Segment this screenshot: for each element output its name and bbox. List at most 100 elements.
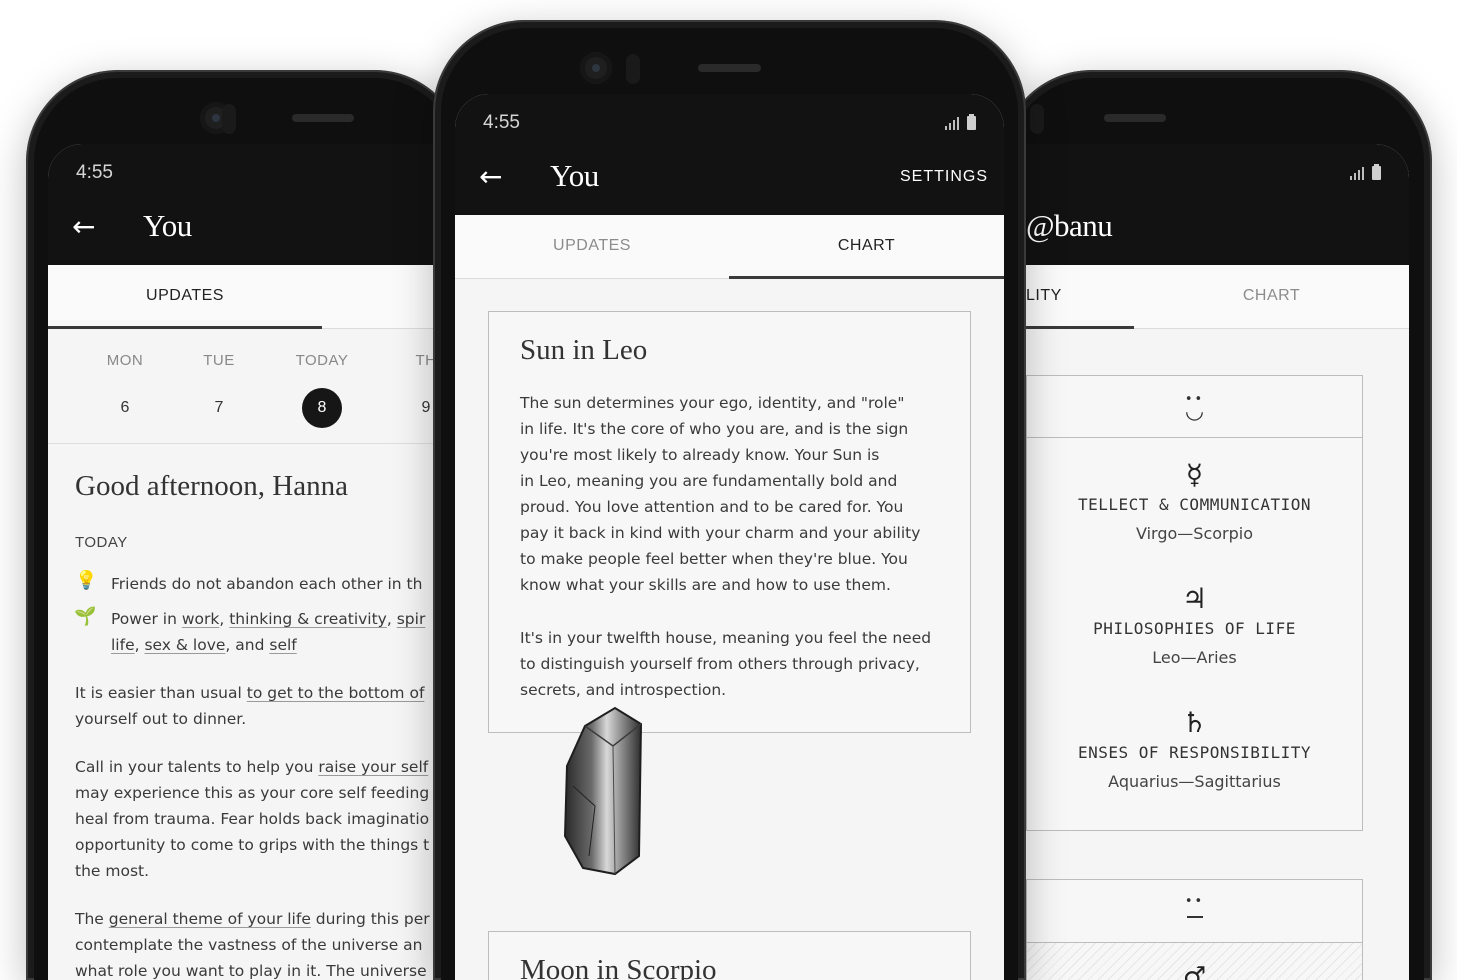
sep: , — [386, 610, 397, 628]
link-raise-self[interactable]: raise your self — [318, 758, 428, 776]
second-card: •• ♂ — [1026, 879, 1363, 980]
line: The sun determines your ego, identity, a… — [520, 394, 905, 412]
right-screen: @banu LITY CHART •• ◡ ☿ TELLECT & COMMUN… — [1000, 144, 1409, 980]
sep: , — [219, 610, 230, 628]
page-title: You — [550, 158, 599, 193]
tab-chart[interactable]: CHART — [1134, 265, 1409, 328]
moon-card: Moon in Scorpio — [488, 931, 971, 980]
sensor — [626, 54, 640, 84]
day-tue[interactable]: TUE 7 — [179, 352, 259, 428]
planet-row: ☿ TELLECT & COMMUNICATION Virgo—Scorpio — [1027, 458, 1362, 543]
line: to distinguish yourself from others thro… — [520, 655, 920, 673]
status-icons — [945, 114, 976, 130]
text: during this per — [310, 910, 430, 928]
planet-label: ENSES OF RESPONSIBILITY — [1077, 743, 1312, 762]
planet-label: PHILOSOPHIES OF LIFE — [1093, 619, 1296, 638]
card-heading: Sun in Leo — [520, 334, 648, 366]
face-header: •• ◡ — [1027, 376, 1362, 438]
page-title: You — [143, 208, 192, 243]
text: Call in your talents to help you — [75, 758, 319, 776]
card-paragraph-1: The sun determines your ego, identity, a… — [520, 390, 920, 598]
link-general-theme[interactable]: general theme of your life — [109, 910, 311, 928]
greeting-heading: Good afternoon, Hanna — [75, 470, 348, 502]
status-time: 4:55 — [483, 112, 520, 133]
line: It's in your twelfth house, meaning you … — [520, 629, 932, 647]
battery-icon — [1372, 164, 1381, 180]
planets-card: •• ◡ ☿ TELLECT & COMMUNICATION Virgo—Sco… — [1026, 375, 1363, 831]
planet-signs: Leo—Aries — [1152, 648, 1237, 667]
center-phone: 4:55 ← You SETTINGS UPDATES CHART Sun in… — [433, 20, 1026, 980]
planet-row: ♄ ENSES OF RESPONSIBILITY Aquarius—Sagit… — [1027, 706, 1362, 791]
left-phone: 4:55 ← You UPDATES MON 6 TUE 7 TODAY 8 T… — [26, 70, 466, 980]
smile-mouth-icon: ◡ — [1184, 399, 1205, 424]
tab-updates[interactable]: UPDATES — [455, 215, 729, 278]
line: you're most likely to already know. Your… — [520, 446, 880, 464]
text: heal from trauma. Fear holds back imagin… — [75, 810, 430, 828]
sun-card: Sun in Leo The sun determines your ego, … — [488, 311, 971, 733]
day-name: TODAY — [295, 352, 349, 369]
link-bottom[interactable]: to get to the bottom of — [247, 684, 425, 702]
day-date: 8 — [302, 388, 342, 428]
neutral-face-icon: •• — [1184, 894, 1205, 909]
signal-icon — [945, 117, 959, 130]
app-bar: 4:55 ← You SETTINGS — [455, 94, 1004, 215]
status-time: 4:55 — [76, 162, 113, 183]
day-mon[interactable]: MON 6 — [85, 352, 165, 428]
link-life[interactable]: life — [111, 636, 135, 654]
signal-icon — [1350, 167, 1364, 180]
line: to make people feel better when they're … — [520, 550, 908, 568]
line: secrets, and introspection. — [520, 681, 727, 699]
paragraph-2: Call in your talents to help you raise y… — [75, 754, 429, 884]
jupiter-icon: ♃ — [1181, 582, 1208, 615]
text: may experience this as your core self fe… — [75, 784, 430, 802]
power-prefix: Power in — [111, 610, 182, 628]
text: opportunity to come to grips with the th… — [75, 836, 430, 854]
line: proud. You love attention and to be care… — [520, 498, 904, 516]
earpiece-speaker — [1104, 114, 1166, 122]
list-item-friends: Friends do not abandon each other in th — [111, 575, 423, 593]
text: The — [75, 910, 109, 928]
link-thinking[interactable]: thinking & creativity — [229, 610, 387, 628]
bulb-icon: 💡 — [75, 570, 98, 591]
day-today[interactable]: TODAY 8 — [282, 352, 362, 428]
paragraph-3: The general theme of your life during th… — [75, 906, 430, 980]
link-sex-love[interactable]: sex & love — [144, 636, 225, 654]
back-arrow-icon[interactable]: ← — [479, 160, 502, 193]
planet-signs: Aquarius—Sagittarius — [1108, 772, 1281, 791]
mercury-icon: ☿ — [1185, 458, 1204, 491]
mars-icon: ♂ — [1182, 962, 1207, 980]
line: in Leo, meaning you are fundamentally bo… — [520, 472, 898, 490]
sep: , — [134, 636, 145, 654]
section-label: TODAY — [75, 534, 128, 551]
week-strip: MON 6 TUE 7 TODAY 8 TH 9 — [48, 329, 466, 444]
day-date: 6 — [120, 399, 130, 416]
line: know what your skills are and how to use… — [520, 576, 891, 594]
right-phone: @banu LITY CHART •• ◡ ☿ TELLECT & COMMUN… — [1000, 70, 1432, 980]
neutral-mouth — [1187, 916, 1203, 918]
line: in life. It's the core of who you are, a… — [520, 420, 909, 438]
planet-row: ♃ PHILOSOPHIES OF LIFE Leo—Aries — [1027, 582, 1362, 667]
text: yourself out to dinner. — [75, 710, 247, 728]
paragraph-1: It is easier than usual to get to the bo… — [75, 680, 424, 732]
day-name: TUE — [203, 352, 235, 369]
settings-button[interactable]: SETTINGS — [900, 168, 988, 186]
app-bar: @banu — [1000, 144, 1409, 265]
tab-chart[interactable]: CHART — [729, 215, 1004, 278]
link-self[interactable]: self — [269, 636, 296, 654]
page-title: @banu — [1026, 208, 1113, 243]
day-name: MON — [106, 352, 144, 369]
card-heading: Moon in Scorpio — [520, 954, 717, 980]
tab-bar: LITY CHART — [1000, 265, 1409, 329]
earpiece-speaker — [698, 64, 761, 72]
link-spirituality[interactable]: spir — [397, 610, 426, 628]
sensor — [222, 104, 236, 134]
app-bar: 4:55 ← You — [48, 144, 466, 265]
sprout-icon: 🌱 — [74, 606, 97, 627]
text: the most. — [75, 862, 150, 880]
text: what role you want to play in it. The un… — [75, 962, 427, 980]
tab-updates[interactable]: UPDATES — [48, 265, 322, 328]
day-date: 7 — [214, 399, 224, 416]
back-arrow-icon[interactable]: ← — [72, 210, 95, 243]
link-work[interactable]: work — [182, 610, 220, 628]
text: It is easier than usual — [75, 684, 247, 702]
